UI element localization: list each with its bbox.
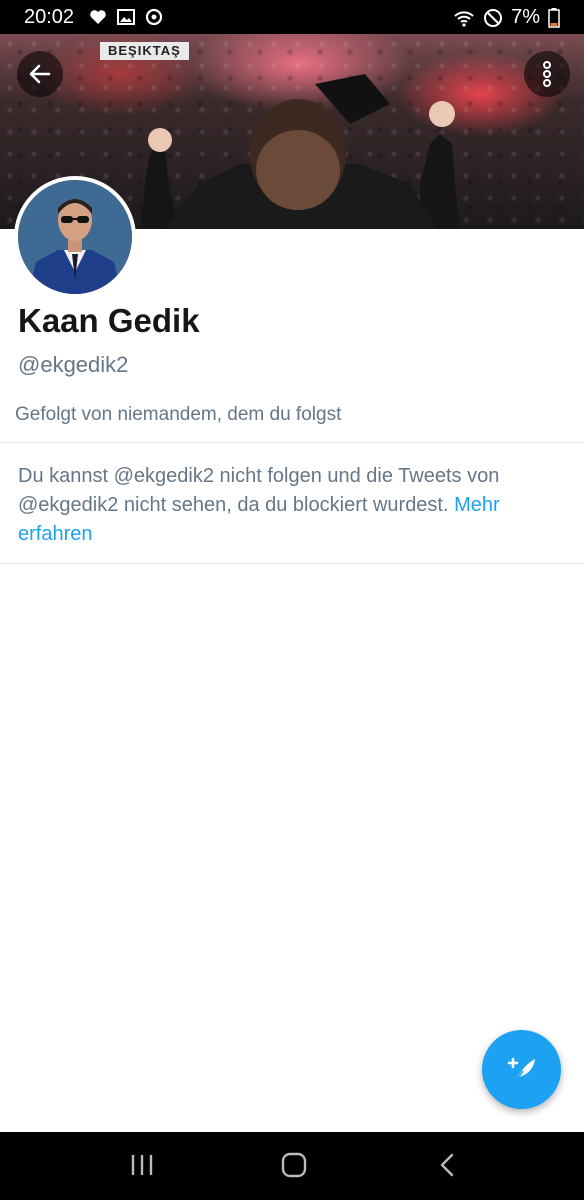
- wifi-icon: [453, 8, 475, 28]
- blocked-notice: Du kannst @ekgedik2 nicht folgen und die…: [18, 462, 566, 549]
- image-icon: [116, 7, 136, 27]
- status-bar: 20:02 7%: [0, 0, 584, 34]
- more-vertical-icon: [543, 61, 551, 87]
- home-icon[interactable]: [280, 1152, 308, 1183]
- heart-icon: [88, 7, 108, 27]
- back-button[interactable]: [17, 51, 63, 97]
- divider: [0, 442, 584, 443]
- profile-avatar[interactable]: [14, 176, 136, 298]
- followed-by-text: Gefolgt von niemandem, dem du folgst: [15, 404, 342, 425]
- compose-tweet-button[interactable]: [482, 1030, 561, 1109]
- sync-icon: [144, 7, 164, 27]
- banner-sign: BEŞIKTAŞ: [100, 42, 189, 60]
- compose-feather-icon: [507, 1057, 535, 1085]
- battery-percent: 7%: [511, 6, 540, 28]
- back-nav-icon[interactable]: [434, 1152, 462, 1183]
- divider: [0, 563, 584, 564]
- profile-name: Kaan Gedik: [18, 302, 200, 339]
- banner-fan-figure: [140, 74, 460, 229]
- avatar-image: [18, 180, 132, 294]
- arrow-left-icon: [29, 64, 51, 84]
- do-not-disturb-icon: [483, 8, 503, 28]
- battery-icon: [548, 7, 560, 28]
- recent-apps-icon[interactable]: [128, 1152, 156, 1183]
- system-nav-bar: [0, 1132, 584, 1200]
- more-options-button[interactable]: [524, 51, 570, 97]
- blocked-notice-text: Du kannst @ekgedik2 nicht folgen und die…: [18, 465, 500, 516]
- profile-handle: @ekgedik2: [18, 352, 129, 377]
- status-time: 20:02: [24, 6, 75, 28]
